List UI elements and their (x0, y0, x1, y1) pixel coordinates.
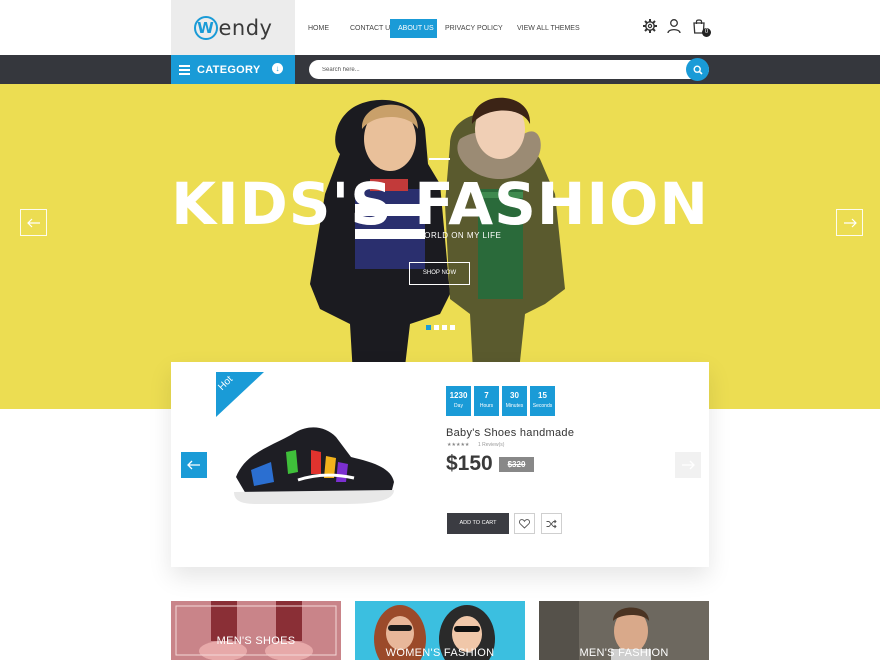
product-image[interactable] (226, 422, 401, 512)
hero-prev-button[interactable] (20, 209, 47, 236)
page: W endy HOME CONTACT US ABOUT US PRIVACY … (0, 0, 880, 660)
shop-now-button[interactable]: SHOP NOW (409, 262, 470, 285)
category-tile-mens-fashion[interactable]: MEN'S FASHION (539, 601, 709, 660)
slider-dot[interactable] (426, 325, 431, 330)
hero-divider (429, 158, 450, 160)
hero-subtitle: BEAUTY WORLD ON MY LIFE (378, 231, 502, 240)
hero-slider: KIDS'S FASHION BEAUTY WORLD ON MY LIFE S… (0, 84, 880, 409)
shopping-bag-icon[interactable]: 0 (691, 18, 711, 37)
nav-contact-us[interactable]: CONTACT US (342, 19, 395, 38)
countdown-minutes: 30 Minutes (502, 386, 527, 416)
shuffle-icon (546, 519, 557, 528)
category-label: CATEGORY (197, 63, 261, 76)
deal-next-button[interactable] (675, 452, 701, 478)
arrow-left-icon (26, 218, 40, 227)
search-input[interactable] (309, 60, 709, 79)
arrow-left-icon (187, 460, 200, 470)
hero-kids-image (310, 97, 565, 409)
category-tile-mens-shoes[interactable]: MEN'S SHOES (171, 601, 341, 660)
product-name[interactable]: Baby's Shoes handmade (446, 427, 574, 439)
cart-count-badge: 0 (702, 28, 711, 37)
slider-dot[interactable] (442, 325, 447, 330)
menu-icon (179, 65, 190, 75)
review-count[interactable]: 1 Review(s) (478, 442, 504, 448)
user-icon[interactable] (666, 18, 682, 34)
hero-next-button[interactable] (836, 209, 863, 236)
deal-prev-button[interactable] (181, 452, 207, 478)
add-to-cart-button[interactable]: ADD TO CART (447, 513, 509, 534)
nav-home[interactable]: HOME (300, 19, 342, 38)
logo-text: endy (218, 15, 273, 40)
wishlist-button[interactable] (514, 513, 535, 534)
nav-privacy-policy[interactable]: PRIVACY POLICY (437, 19, 509, 38)
logo-mark: W (193, 15, 218, 40)
nav-view-all-themes[interactable]: VIEW ALL THEMES (509, 19, 583, 38)
arrow-right-icon (682, 460, 695, 470)
heart-icon (519, 518, 530, 529)
category-tile-label: MEN'S FASHION (579, 647, 669, 659)
category-search-bar: CATEGORY ↓ (0, 55, 880, 84)
deal-product-card: Hot 1230 Day 7 Hours 30 Minutes 15 Seconds B… (171, 362, 709, 567)
nav-about-us[interactable]: ABOUT US (390, 19, 437, 38)
compare-button[interactable] (541, 513, 562, 534)
slider-dot[interactable] (450, 325, 455, 330)
hero-title: KIDS'S FASHION (171, 170, 709, 238)
main-nav: HOME CONTACT US ABOUT US PRIVACY POLICY … (300, 19, 583, 38)
product-price: $150 (446, 452, 493, 475)
countdown-hours: 7 Hours (474, 386, 499, 416)
mens-shoes-image (171, 601, 341, 660)
search-button[interactable] (686, 58, 709, 81)
countdown-days: 1230 Day (446, 386, 471, 416)
countdown-seconds: 15 Seconds (530, 386, 555, 416)
category-menu-button[interactable]: CATEGORY ↓ (171, 55, 295, 84)
countdown-timer: 1230 Day 7 Hours 30 Minutes 15 Seconds (446, 386, 555, 416)
arrow-down-circle-icon: ↓ (272, 63, 283, 74)
rating-stars: ★★★★★ (447, 442, 470, 448)
category-tile-label: MEN'S SHOES (216, 635, 296, 647)
logo[interactable]: W endy (171, 0, 295, 55)
category-tile-label: WOMEN'S FASHION (385, 647, 495, 659)
gear-icon[interactable] (642, 18, 658, 34)
arrow-right-icon (843, 218, 857, 227)
slider-dots (426, 325, 455, 330)
site-header: W endy HOME CONTACT US ABOUT US PRIVACY … (0, 0, 880, 55)
slider-dot[interactable] (434, 325, 439, 330)
search-icon (692, 64, 703, 75)
category-tile-womens-fashion[interactable]: WOMEN'S FASHION (355, 601, 525, 660)
old-price: $320 (499, 457, 534, 472)
